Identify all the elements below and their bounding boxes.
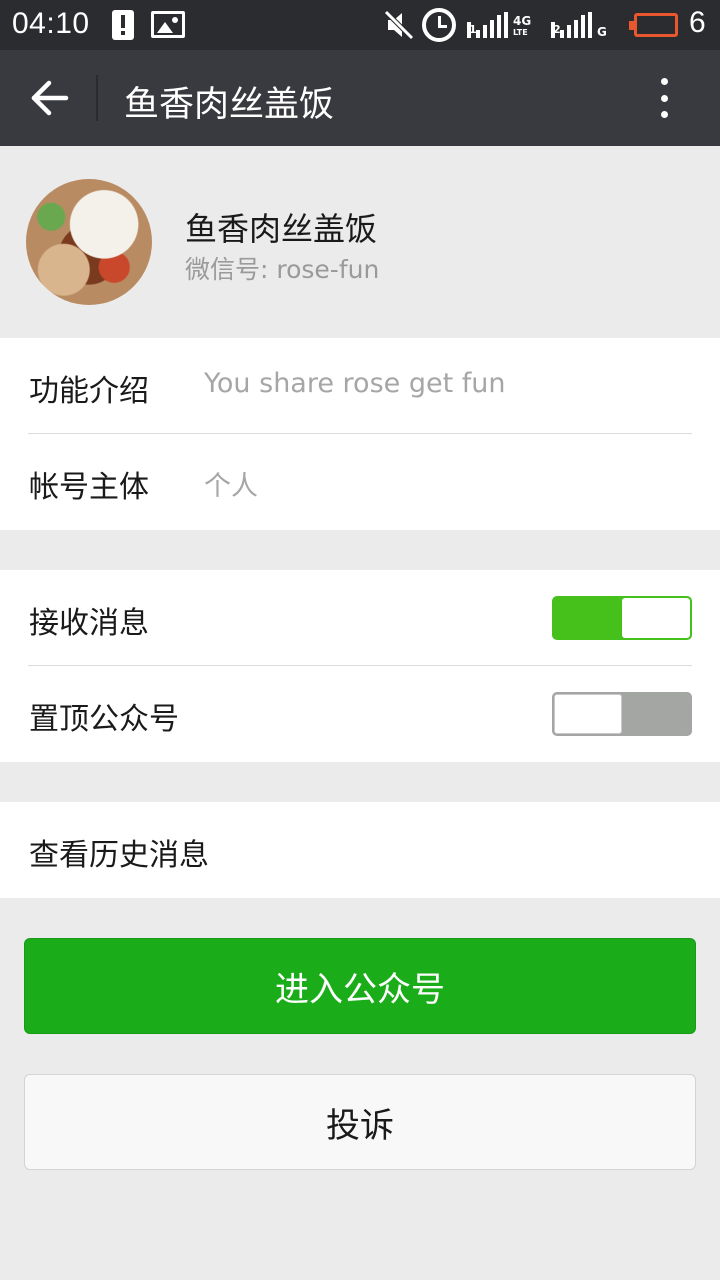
signal-icon: 2 G bbox=[551, 12, 607, 38]
mute-icon bbox=[384, 9, 414, 41]
complain-button[interactable]: 投诉 bbox=[24, 1074, 696, 1170]
app-bar: 鱼香肉丝盖饭 bbox=[0, 50, 720, 146]
battery-level: 6 bbox=[689, 6, 706, 39]
signal-icon: 1 4G LTE bbox=[467, 12, 531, 38]
image-icon bbox=[151, 11, 185, 38]
back-button[interactable] bbox=[22, 70, 78, 126]
more-vertical-icon bbox=[660, 78, 668, 85]
receive-messages-row: 接收消息 bbox=[0, 570, 720, 666]
page-title: 鱼香肉丝盖饭 bbox=[124, 85, 335, 125]
pin-account-row: 置顶公众号 bbox=[0, 666, 720, 762]
pin-account-toggle[interactable] bbox=[552, 692, 692, 736]
appbar-divider bbox=[96, 75, 98, 121]
account-label: 帐号主体 bbox=[29, 470, 149, 505]
pin-account-label: 置顶公众号 bbox=[29, 702, 179, 737]
receive-messages-label: 接收消息 bbox=[29, 606, 149, 641]
alarm-icon bbox=[422, 8, 456, 42]
battery-icon bbox=[629, 13, 678, 37]
intro-value: You share rose get fun bbox=[204, 368, 506, 399]
network-4g-label: 4G bbox=[513, 14, 532, 28]
status-bar: 04:10 1 4G LTE 2 G 6 bbox=[0, 0, 720, 50]
toggle-knob bbox=[622, 598, 690, 638]
avatar[interactable] bbox=[26, 179, 152, 305]
toggle-knob bbox=[554, 694, 622, 734]
account-value: 个人 bbox=[204, 471, 258, 502]
sim2-label: 2 bbox=[551, 22, 561, 38]
history-label: 查看历史消息 bbox=[29, 838, 209, 873]
sim1-label: 1 bbox=[467, 22, 477, 38]
intro-row: 功能介绍 You share rose get fun bbox=[0, 338, 720, 434]
back-arrow-icon bbox=[31, 80, 69, 116]
intro-label: 功能介绍 bbox=[29, 374, 149, 409]
network-g-label: G bbox=[597, 25, 607, 39]
account-row: 帐号主体 个人 bbox=[0, 434, 720, 530]
history-row[interactable]: 查看历史消息 bbox=[0, 802, 720, 898]
network-lte-label: LTE bbox=[513, 28, 528, 37]
profile-header: 鱼香肉丝盖饭 微信号: rose-fun bbox=[0, 146, 720, 338]
profile-name: 鱼香肉丝盖饭 bbox=[185, 210, 378, 248]
wechat-id: 微信号: rose-fun bbox=[185, 255, 380, 284]
enter-account-button[interactable]: 进入公众号 bbox=[24, 938, 696, 1034]
alert-icon bbox=[112, 10, 134, 40]
receive-messages-toggle[interactable] bbox=[552, 596, 692, 640]
info-section: 功能介绍 You share rose get fun 帐号主体 个人 bbox=[0, 338, 720, 530]
more-options-button[interactable] bbox=[644, 74, 684, 122]
settings-section: 接收消息 置顶公众号 bbox=[0, 570, 720, 762]
status-time: 04:10 bbox=[12, 7, 90, 40]
